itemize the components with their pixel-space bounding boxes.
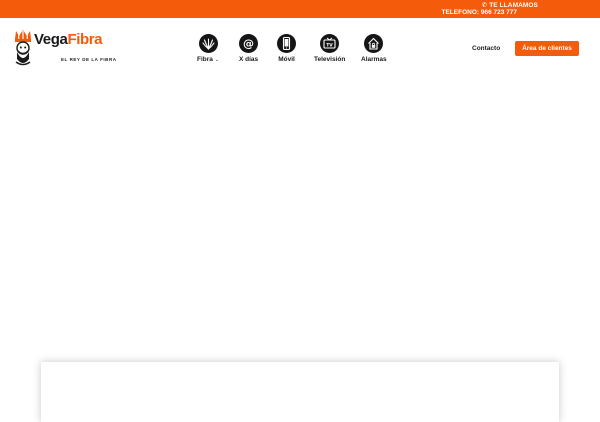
logo-tagline: EL REY DE LA FIBRA bbox=[61, 57, 117, 62]
nav-label-alarmas: Alarmas bbox=[361, 56, 387, 63]
at-sign-icon: @ bbox=[239, 34, 259, 53]
nav-label-x-dias: X días bbox=[239, 56, 259, 63]
logo[interactable]: VegaFibra EL REY DE LA FIBRA bbox=[12, 29, 116, 67]
svg-text:TV: TV bbox=[326, 42, 333, 48]
nav-item-x-dias[interactable]: @ X días bbox=[239, 34, 258, 63]
mobile-phone-icon bbox=[277, 34, 296, 53]
nav-label-fibra: Fibra bbox=[197, 56, 213, 63]
callback-label: TE LLAMAMOS bbox=[489, 2, 538, 9]
contact-link[interactable]: Contacto bbox=[472, 45, 500, 52]
nav-item-movil[interactable]: Móvil bbox=[277, 34, 296, 63]
callback-link[interactable]: ✆ TE LLAMAMOS bbox=[482, 1, 538, 9]
nav-label-television: Televisión bbox=[314, 56, 346, 63]
logo-wordmark: VegaFibra bbox=[34, 31, 103, 49]
chevron-down-icon: ⌄ bbox=[214, 57, 220, 63]
nav-item-alarmas[interactable]: Alarmas bbox=[361, 34, 387, 63]
tv-icon: TV bbox=[320, 34, 340, 53]
svg-text:@: @ bbox=[243, 37, 254, 50]
logo-word-vega: Vega bbox=[34, 31, 68, 48]
logo-word-fibra: Fibra bbox=[67, 31, 103, 48]
nav-item-television[interactable]: TV Televisión bbox=[314, 34, 345, 63]
phone-number: TELEFONO: 966 723 777 bbox=[441, 9, 517, 16]
home-lock-icon bbox=[364, 34, 384, 53]
fiber-icon bbox=[198, 34, 218, 53]
content-card bbox=[41, 362, 559, 422]
king-mascot-icon bbox=[15, 30, 31, 66]
nav-item-fibra[interactable]: Fibra ⌄ bbox=[197, 34, 219, 63]
nav-label-movil: Móvil bbox=[278, 56, 295, 63]
top-bar: ✆ TE LLAMAMOS TELEFONO: 966 723 777 bbox=[0, 0, 600, 18]
client-area-button[interactable]: Área de clientes bbox=[515, 41, 579, 56]
phone-icon: ✆ bbox=[481, 2, 488, 9]
